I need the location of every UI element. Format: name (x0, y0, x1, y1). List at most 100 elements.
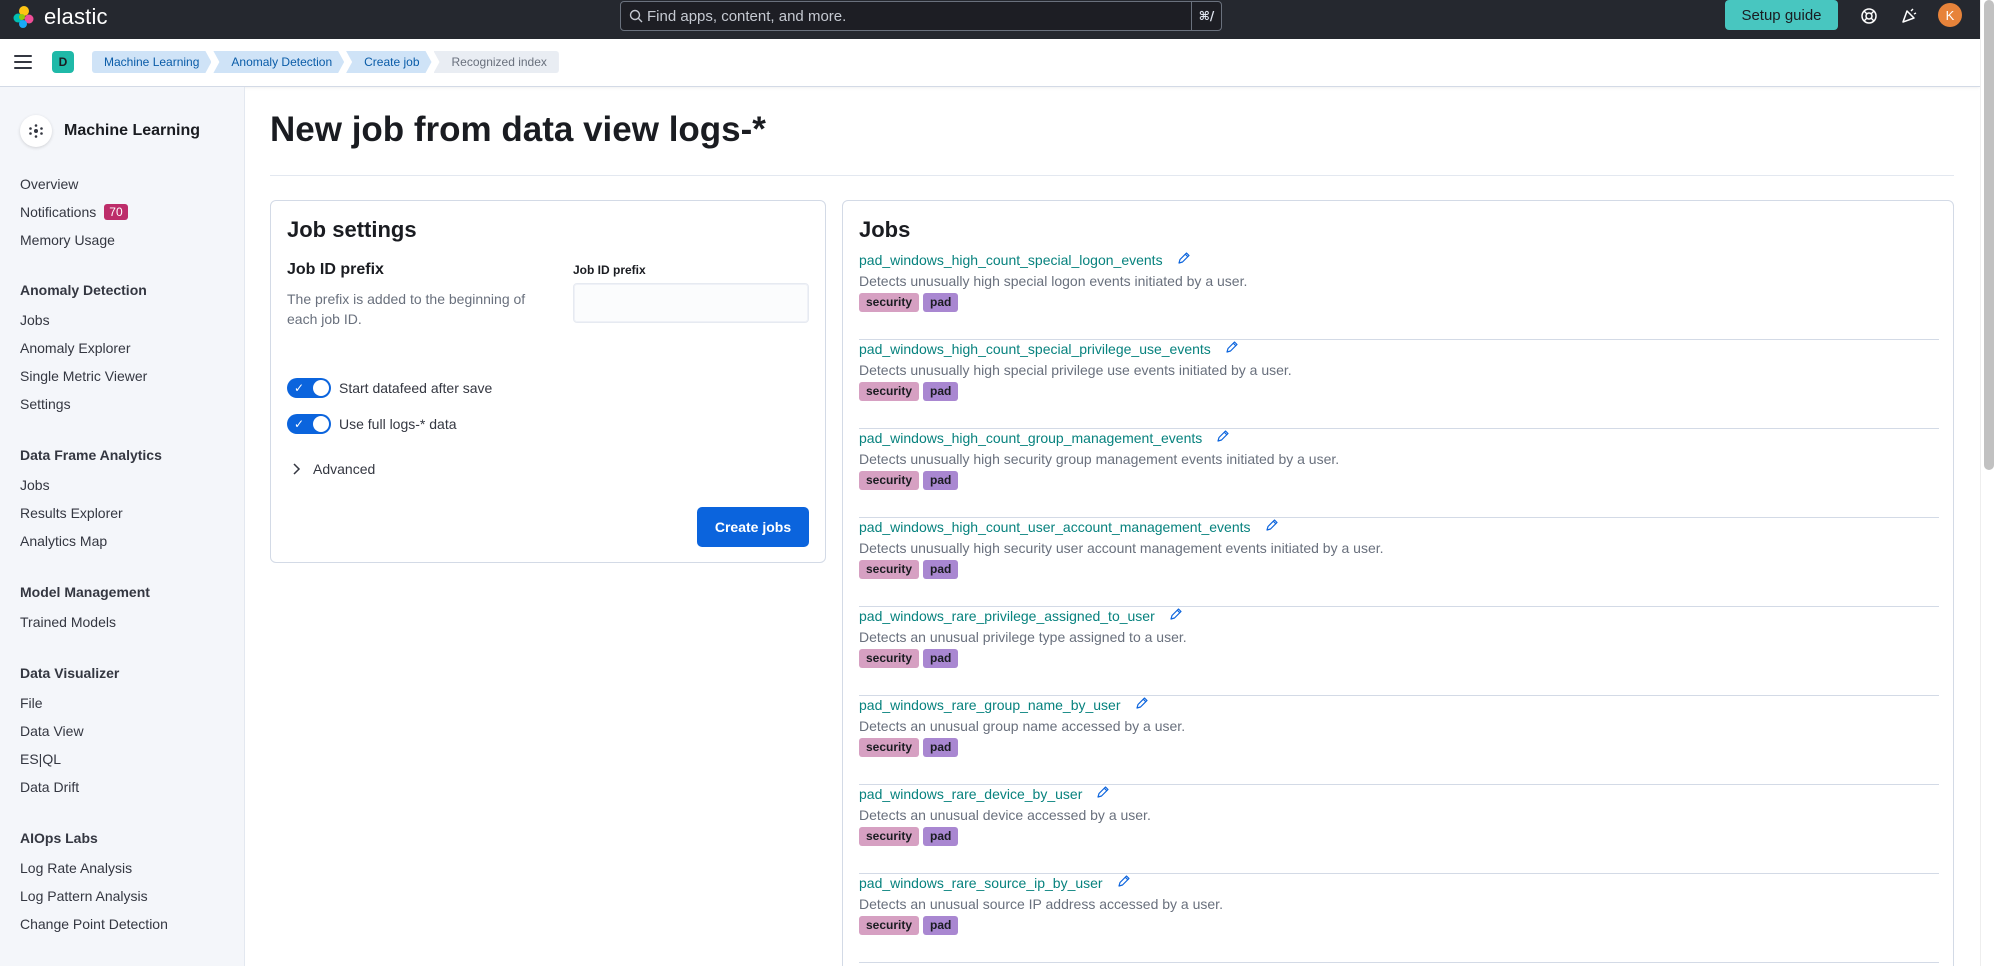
job-tags: security pad (859, 293, 959, 312)
breadcrumb-create-job[interactable]: Create job (346, 51, 431, 73)
use-full-data-toggle[interactable]: ✓ (287, 414, 331, 434)
tag-badge: pad (923, 649, 959, 668)
machine-learning-icon (20, 115, 52, 147)
tag-badge: pad (923, 382, 959, 401)
pencil-icon[interactable] (1225, 340, 1239, 357)
job-name-text[interactable]: pad_windows_high_count_group_management_… (859, 430, 1202, 446)
sidebar-item-data-drift[interactable]: Data Drift (20, 779, 79, 795)
sidebar-item-log-pattern-analysis[interactable]: Log Pattern Analysis (20, 888, 148, 904)
pencil-icon[interactable] (1216, 429, 1230, 446)
sidebar-item-settings[interactable]: Settings (20, 396, 71, 412)
job-settings-title: Job settings (287, 217, 417, 242)
job-name-link[interactable]: pad_windows_rare_source_ip_by_user (859, 874, 1131, 891)
job-description: Detects an unusual device accessed by a … (859, 807, 1151, 823)
sidebar-item-notifications[interactable]: Notifications 70 (20, 204, 128, 220)
job-row: pad_windows_rare_group_name_by_user Detec… (859, 696, 1939, 785)
pencil-icon[interactable] (1135, 696, 1149, 713)
sidebar-item-change-point-detection[interactable]: Change Point Detection (20, 916, 168, 932)
start-datafeed-toggle[interactable]: ✓ (287, 378, 331, 398)
job-name-text[interactable]: pad_windows_rare_group_name_by_user (859, 697, 1121, 713)
setup-guide-button[interactable]: Setup guide (1725, 0, 1838, 30)
create-jobs-button[interactable]: Create jobs (697, 507, 809, 547)
start-datafeed-row: ✓ Start datafeed after save (287, 378, 492, 398)
job-row: pad_windows_high_count_special_logon_eve… (859, 251, 1939, 340)
sidebar-item-analytics-map[interactable]: Analytics Map (20, 533, 107, 549)
job-tags: security pad (859, 738, 959, 757)
breadcrumb-recognized-index: Recognized index (433, 51, 559, 73)
job-name-link[interactable]: pad_windows_rare_device_by_user (859, 785, 1110, 802)
top-header: elastic Find apps, content, and more. ⌘/… (0, 0, 1980, 39)
chevron-right-icon (293, 463, 301, 475)
job-description: Detects unusually high security group ma… (859, 451, 1340, 467)
start-datafeed-label: Start datafeed after save (339, 380, 493, 396)
sidebar-item-esql[interactable]: ES|QL (20, 751, 61, 767)
breadcrumb: Machine Learning Anomaly Detection Creat… (92, 51, 561, 73)
job-description: Detects unusually high special privilege… (859, 362, 1292, 378)
title-divider (270, 175, 1954, 176)
job-name-link[interactable]: pad_windows_high_count_special_privilege… (859, 340, 1239, 357)
pencil-icon[interactable] (1096, 785, 1110, 802)
job-id-prefix-input[interactable] (573, 283, 809, 323)
tag-badge: security (859, 916, 920, 935)
notifications-count-badge: 70 (104, 204, 128, 220)
help-icon[interactable] (1858, 5, 1880, 27)
newsfeed-icon[interactable] (1898, 5, 1920, 27)
sidebar-item-anomaly-explorer[interactable]: Anomaly Explorer (20, 340, 131, 356)
jobs-title: Jobs (859, 217, 911, 242)
sidebar-item-file[interactable]: File (20, 695, 43, 711)
sidebar-item-trained-models[interactable]: Trained Models (20, 614, 116, 630)
hamburger-menu-icon[interactable] (14, 55, 32, 69)
elastic-cluster-icon (13, 6, 34, 28)
job-tags: security pad (859, 471, 959, 490)
sidebar-item-log-rate-analysis[interactable]: Log Rate Analysis (20, 860, 132, 876)
sidebar-heading-aiops-labs: AIOps Labs (20, 830, 98, 846)
job-name-link[interactable]: pad_windows_rare_privilege_assigned_to_u… (859, 607, 1183, 624)
sidebar-item-memory-usage[interactable]: Memory Usage (20, 232, 115, 248)
jobs-panel: Jobs pad_windows_high_count_special_logo… (842, 200, 1954, 966)
search-shortcut: ⌘/ (1191, 2, 1221, 30)
job-name-text[interactable]: pad_windows_rare_source_ip_by_user (859, 875, 1103, 891)
pencil-icon[interactable] (1265, 518, 1279, 535)
job-id-prefix-description: The prefix is added to the beginning of … (287, 291, 526, 327)
tag-badge: security (859, 560, 920, 579)
job-tags: security pad (859, 827, 959, 846)
tag-badge: pad (923, 560, 959, 579)
sidebar-item-single-metric-viewer[interactable]: Single Metric Viewer (20, 368, 147, 384)
job-description: Detects unusually high security user acc… (859, 540, 1384, 556)
global-search[interactable]: Find apps, content, and more. ⌘/ (620, 1, 1222, 31)
sidebar-nav: Machine Learning Overview Notifications … (0, 87, 245, 966)
job-name-text[interactable]: pad_windows_rare_device_by_user (859, 786, 1082, 802)
job-name-text[interactable]: pad_windows_high_count_special_privilege… (859, 341, 1211, 357)
sidebar-item-results-explorer[interactable]: Results Explorer (20, 505, 123, 521)
job-id-prefix-label: Job ID prefix (573, 263, 646, 277)
user-avatar[interactable]: K (1938, 3, 1962, 27)
space-avatar[interactable]: D (52, 51, 74, 73)
sidebar-title-text: Machine Learning (64, 122, 201, 139)
scrollbar-thumb[interactable] (1984, 0, 1994, 470)
pencil-icon[interactable] (1177, 251, 1191, 268)
pencil-icon[interactable] (1169, 607, 1183, 624)
sidebar-item-overview[interactable]: Overview (20, 176, 78, 192)
pencil-icon[interactable] (1117, 874, 1131, 891)
advanced-accordion[interactable]: Advanced (291, 461, 375, 477)
advanced-label: Advanced (313, 461, 376, 477)
job-name-link[interactable]: pad_windows_high_count_group_management_… (859, 429, 1230, 446)
job-id-prefix-heading: Job ID prefix (287, 261, 384, 278)
job-name-text[interactable]: pad_windows_rare_privilege_assigned_to_u… (859, 608, 1155, 624)
page-title: New job from data view logs-* (270, 110, 766, 149)
tag-badge: security (859, 471, 920, 490)
sidebar-item-data-view[interactable]: Data View (20, 723, 84, 739)
job-name-link[interactable]: pad_windows_high_count_special_logon_eve… (859, 251, 1191, 268)
sidebar-item-anomaly-jobs[interactable]: Jobs (20, 312, 50, 328)
job-tags: security pad (859, 560, 959, 579)
job-row: pad_windows_rare_source_ip_by_user Detect… (859, 874, 1939, 963)
job-name-link[interactable]: pad_windows_high_count_user_account_mana… (859, 518, 1279, 535)
job-name-text[interactable]: pad_windows_high_count_user_account_mana… (859, 519, 1251, 535)
use-full-data-label: Use full logs-* data (339, 416, 457, 432)
breadcrumb-anomaly-detection[interactable]: Anomaly Detection (213, 51, 344, 73)
job-name-text[interactable]: pad_windows_high_count_special_logon_eve… (859, 252, 1163, 268)
job-name-link[interactable]: pad_windows_rare_group_name_by_user (859, 696, 1149, 713)
sidebar-item-dfa-jobs[interactable]: Jobs (20, 477, 50, 493)
elastic-logo[interactable]: elastic (12, 4, 108, 30)
breadcrumb-machine-learning[interactable]: Machine Learning (92, 51, 211, 73)
